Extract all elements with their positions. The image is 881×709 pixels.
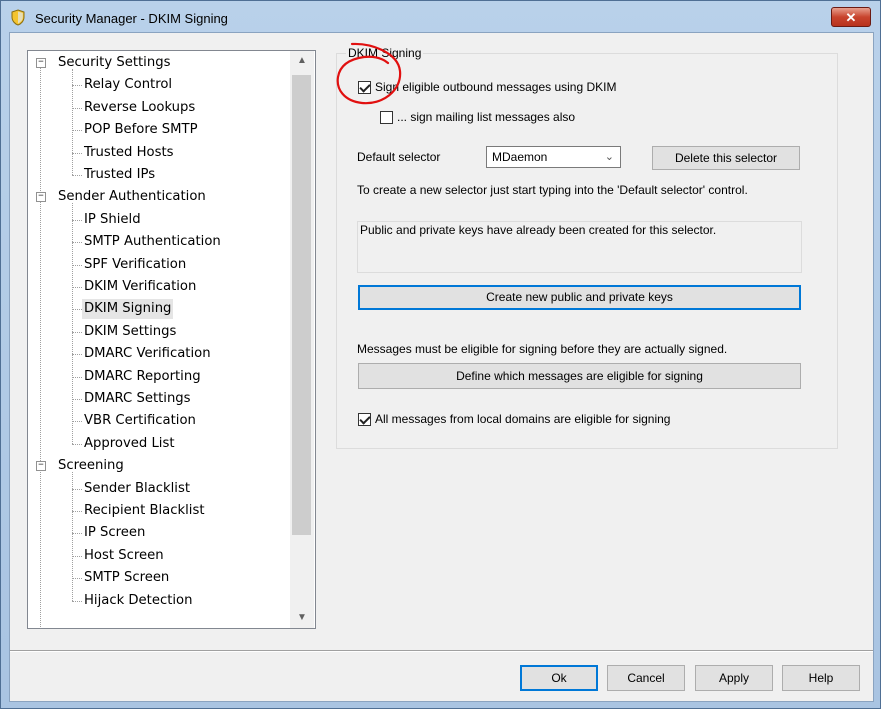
tree-connector (72, 309, 82, 311)
tree-item-smtp-screen[interactable]: SMTP Screen (82, 568, 171, 588)
tree-connector (72, 600, 82, 602)
tree-connector (72, 85, 82, 87)
keys-status-text: Public and private keys have already bee… (360, 223, 717, 237)
tree-item-dmarc-verification[interactable]: DMARC Verification (82, 344, 213, 364)
sign-outbound-checkbox[interactable] (358, 81, 371, 95)
tree-item-approved-list[interactable]: Approved List (82, 434, 177, 454)
tree-connector (72, 511, 82, 512)
default-selector-combobox[interactable]: MDaemon ⌄ (486, 146, 621, 168)
tree-connector (72, 376, 82, 378)
chevron-down-icon: ⌄ (604, 151, 614, 163)
ok-button[interactable]: Ok (520, 665, 598, 691)
tree-connector (72, 555, 82, 557)
help-button[interactable]: Help (782, 665, 860, 691)
new-selector-hint: To create a new selector just start typi… (357, 183, 748, 197)
tree-item-dmarc-settings[interactable]: DMARC Settings (82, 389, 193, 409)
tree-connector (72, 488, 82, 490)
tree-connector (72, 354, 82, 356)
scroll-thumb[interactable] (292, 75, 311, 535)
tree-connector (72, 69, 73, 175)
tree-scrollbar[interactable]: ▲ ▼ (290, 51, 314, 628)
tree-group-sender-authentication[interactable]: Sender Authentication (56, 187, 208, 207)
tree-connector (72, 443, 82, 445)
tree-connector (72, 578, 82, 580)
tree-item-sender-blacklist[interactable]: Sender Blacklist (82, 479, 192, 499)
tree-connector (72, 219, 82, 221)
tree-group-security-settings[interactable]: Security Settings (56, 53, 172, 73)
tree-item-pop-before-smtp[interactable]: POP Before SMTP (82, 120, 200, 140)
default-selector-value: MDaemon (492, 150, 548, 164)
tree-connector (72, 242, 82, 244)
shield-icon (11, 9, 25, 26)
window-title: Security Manager - DKIM Signing (35, 11, 228, 26)
tree-connector (72, 533, 82, 535)
cancel-button[interactable]: Cancel (607, 665, 685, 691)
tree-item-dkim-signing[interactable]: DKIM Signing (82, 299, 174, 320)
tree-item-ip-shield[interactable]: IP Shield (82, 210, 143, 230)
tree-connector (72, 152, 82, 154)
tree-item-recipient-blacklist[interactable]: Recipient Blacklist (82, 501, 207, 521)
scroll-down-icon[interactable]: ▼ (290, 608, 314, 628)
create-keys-button[interactable]: Create new public and private keys (358, 285, 801, 310)
sign-mailing-list-checkbox-row[interactable]: ... sign mailing list messages also (380, 109, 575, 125)
tree-connector (72, 287, 82, 288)
tree-connector (72, 203, 73, 444)
tree-item-dkim-settings[interactable]: DKIM Settings (82, 322, 178, 342)
collapse-icon[interactable]: − (36, 58, 46, 68)
tree-item-trusted-hosts[interactable]: Trusted Hosts (82, 143, 176, 163)
sign-outbound-label: Sign eligible outbound messages using DK… (375, 80, 617, 94)
tree-item-vbr-certification[interactable]: VBR Certification (82, 411, 198, 431)
tree-connector (72, 264, 82, 266)
tree-item-dmarc-reporting[interactable]: DMARC Reporting (82, 367, 203, 387)
tree-item-ip-screen[interactable]: IP Screen (82, 523, 147, 543)
sign-mailing-list-checkbox[interactable] (380, 111, 393, 125)
tree-item-dkim-verification[interactable]: DKIM Verification (82, 277, 198, 297)
tree-connector (72, 107, 82, 109)
tree-connector (40, 67, 41, 627)
delete-selector-button[interactable]: Delete this selector (652, 146, 800, 170)
tree-item-hijack-detection[interactable]: Hijack Detection (82, 591, 194, 611)
tree-item-spf-verification[interactable]: SPF Verification (82, 255, 188, 275)
groupbox-title: DKIM Signing (346, 46, 424, 60)
default-selector-label: Default selector (357, 150, 441, 164)
tree-connector (72, 472, 73, 601)
define-eligible-button[interactable]: Define which messages are eligible for s… (358, 363, 801, 389)
tree-group-screening[interactable]: Screening (56, 456, 126, 476)
tree-item-trusted-ips[interactable]: Trusted IPs (82, 165, 157, 185)
tree-item-reverse-lookups[interactable]: Reverse Lookups (82, 98, 197, 118)
keys-status-box: Public and private keys have already bee… (357, 221, 802, 273)
tree-connector (72, 421, 82, 423)
close-icon: ✕ (845, 10, 857, 25)
tree-item-relay-control[interactable]: Relay Control (82, 75, 174, 95)
title-bar[interactable]: Security Manager - DKIM Signing ✕ (1, 1, 880, 33)
sign-outbound-checkbox-row[interactable]: Sign eligible outbound messages using DK… (358, 79, 616, 95)
sign-mailing-list-label: ... sign mailing list messages also (397, 110, 576, 124)
dialog-client-area: ▲ ▼ − Security Settings Relay Control Rever… (9, 32, 874, 702)
tree-connector (72, 399, 82, 400)
tree-connector (72, 130, 82, 132)
local-domains-checkbox-row[interactable]: All messages from local domains are elig… (358, 411, 670, 427)
local-domains-checkbox[interactable] (358, 413, 371, 427)
apply-button[interactable]: Apply (695, 665, 773, 691)
tree-connector (72, 331, 82, 333)
local-domains-label: All messages from local domains are elig… (375, 412, 671, 426)
close-button[interactable]: ✕ (831, 7, 871, 27)
tree-item-host-screen[interactable]: Host Screen (82, 546, 166, 566)
settings-tree[interactable]: ▲ ▼ − Security Settings Relay Control Rever… (27, 50, 316, 629)
eligible-hint: Messages must be eligible for signing be… (357, 342, 728, 356)
tree-item-smtp-authentication[interactable]: SMTP Authentication (82, 232, 223, 252)
tree-connector (72, 175, 82, 176)
scroll-up-icon[interactable]: ▲ (290, 51, 314, 71)
security-manager-window: Security Manager - DKIM Signing ✕ ▲ ▼ − S… (0, 0, 881, 709)
footer-separator (10, 650, 873, 652)
collapse-icon[interactable]: − (36, 192, 46, 203)
collapse-icon[interactable]: − (36, 461, 46, 472)
